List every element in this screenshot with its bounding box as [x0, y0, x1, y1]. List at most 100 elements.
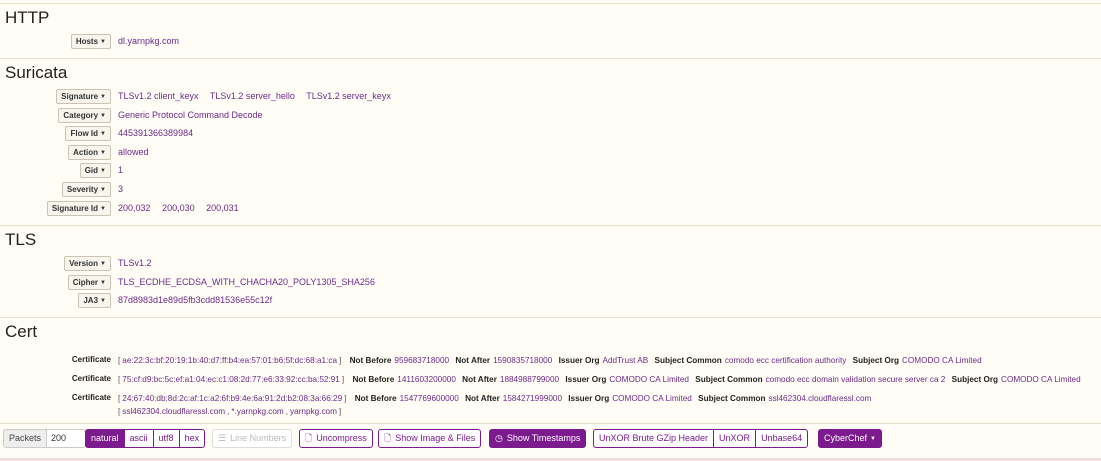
cert-hash[interactable]: ae:22:3c:bf:20:19:1b:40:d7:ff:b4:ea:57:0…	[122, 356, 337, 365]
field-value[interactable]: allowed	[118, 147, 149, 157]
cert-subject-common[interactable]: comodo ecc certification authority	[725, 356, 847, 365]
show-timestamps-button[interactable]: ◷ Show Timestamps	[489, 429, 587, 448]
unxor-button[interactable]: UnXOR	[713, 429, 757, 448]
hosts-field-button[interactable]: Hosts ▼	[70, 34, 111, 49]
cert-alt-name[interactable]: ssl462304.cloudflaressl.com	[122, 407, 225, 416]
session-toolbar: Packets 200 natural ascii utf8 hex ☰ Line…	[0, 423, 1101, 458]
section-divider	[0, 317, 1101, 318]
utf8-button[interactable]: utf8	[152, 429, 180, 448]
field-row-signature-id: Signature Id ▼ 200,032 200,030 200,031	[0, 201, 1101, 216]
section-title-suricata: Suricata	[5, 63, 68, 82]
field-value[interactable]: TLSv1.2	[118, 258, 152, 268]
cert-subject-common[interactable]: ssl462304.cloudflaressl.com	[768, 394, 871, 403]
caret-down-icon: ▼	[100, 150, 106, 156]
cert-not-before[interactable]: 959683718000	[394, 356, 449, 365]
file-image-icon: 🗋	[384, 433, 392, 443]
clock-icon: ◷	[495, 433, 503, 443]
field-value[interactable]: TLSv1.2 server_hello	[210, 91, 295, 101]
natural-button[interactable]: natural	[85, 429, 125, 448]
field-value[interactable]: 445391366389984	[118, 128, 193, 138]
section-title-cert: Cert	[5, 322, 38, 341]
cert-alt-name[interactable]: yarnpkg.com	[290, 407, 337, 416]
certificate-label: Certificate	[71, 393, 111, 402]
cyberchef-group: CyberChef ▼	[818, 429, 882, 448]
cert-issuer-org[interactable]: COMODO CA Limited	[609, 375, 689, 384]
packets-label: Packets	[3, 429, 48, 448]
caret-down-icon: ▼	[100, 298, 106, 304]
caret-down-icon: ▼	[100, 187, 106, 193]
category-field-button[interactable]: Category ▼	[58, 108, 111, 123]
caret-down-icon: ▼	[100, 113, 106, 119]
list-icon: ☰	[218, 433, 227, 443]
action-field-button[interactable]: Action ▼	[68, 145, 111, 160]
field-value[interactable]: 87d8983d1e89d5fb3cdd81536e55c12f	[118, 295, 272, 305]
signature-id-field-button[interactable]: Signature Id ▼	[46, 201, 111, 216]
cert-subject-org[interactable]: COMODO CA Limited	[902, 356, 982, 365]
caret-down-icon: ▼	[870, 436, 876, 442]
severity-field-button[interactable]: Severity ▼	[61, 182, 111, 197]
cyberchef-dropdown[interactable]: CyberChef ▼	[818, 429, 882, 448]
unbase64-button[interactable]: Unbase64	[755, 429, 809, 448]
field-value[interactable]: dl.yarnpkg.com	[118, 36, 179, 46]
caret-down-icon: ▼	[100, 206, 106, 212]
field-value[interactable]: 200,032	[118, 203, 151, 213]
cert-not-after[interactable]: 1884988799000	[500, 375, 559, 384]
cert-issuer-org[interactable]: AddTrust AB	[603, 356, 649, 365]
field-row-signature: Signature ▼ TLSv1.2 client_keyx TLSv1.2 s…	[0, 89, 1101, 104]
field-row-hosts: Hosts ▼ dl.yarnpkg.com	[0, 34, 1101, 49]
packets-group: Packets 200	[3, 429, 87, 448]
section-title-tls: TLS	[5, 230, 37, 249]
image-files-group: 🗋 Show Image & Files	[378, 429, 482, 448]
cert-not-before[interactable]: 1411603200000	[397, 375, 456, 384]
show-image-files-button[interactable]: 🗋 Show Image & Files	[378, 429, 482, 448]
field-row-action: Action ▼ allowed	[0, 145, 1101, 160]
packets-input[interactable]: 200	[47, 429, 87, 448]
field-value[interactable]: TLSv1.2 server_keyx	[306, 91, 391, 101]
caret-down-icon: ▼	[100, 131, 106, 137]
ascii-button[interactable]: ascii	[123, 429, 154, 448]
cert-issuer-org[interactable]: COMODO CA Limited	[612, 394, 692, 403]
section-divider	[0, 225, 1101, 226]
field-row-ja3: JA3 ▼ 87d8983d1e89d5fb3cdd81536e55c12f	[0, 293, 1101, 308]
certificate-label: Certificate	[71, 374, 111, 383]
field-value[interactable]: Generic Protocol Command Decode	[118, 110, 263, 120]
hex-button[interactable]: hex	[178, 429, 206, 448]
field-value[interactable]: 200,030	[162, 203, 195, 213]
ja3-field-button[interactable]: JA3 ▼	[78, 293, 111, 308]
certificate-label: Certificate	[71, 355, 111, 364]
cert-not-after[interactable]: 1584271999000	[503, 394, 562, 403]
section-title-http: HTTP	[5, 8, 50, 27]
field-row-flow-id: Flow Id ▼ 445391366389984	[0, 126, 1101, 141]
flow-id-field-button[interactable]: Flow Id ▼	[65, 126, 111, 141]
signature-field-button[interactable]: Signature ▼	[56, 89, 111, 104]
field-value[interactable]: TLS_ECDHE_ECDSA_WITH_CHACHA20_POLY1305_S…	[118, 277, 375, 287]
field-value[interactable]: 3	[118, 184, 123, 194]
cipher-field-button[interactable]: Cipher ▼	[67, 275, 111, 290]
unxor-brute-button[interactable]: UnXOR Brute GZip Header	[593, 429, 715, 448]
top-border	[0, 3, 1101, 4]
decode-group: UnXOR Brute GZip Header UnXOR Unbase64	[593, 429, 809, 448]
gid-field-button[interactable]: Gid ▼	[79, 163, 111, 178]
caret-down-icon: ▼	[100, 39, 106, 45]
cert-not-after[interactable]: 1590835718000	[493, 356, 552, 365]
cert-hash[interactable]: 24:67:40:db:8d:2c:af:1c:a2:6f:b9:4e:6a:9…	[122, 394, 342, 403]
field-row-gid: Gid ▼ 1	[0, 163, 1101, 178]
field-row-version: Version ▼ TLSv1.2	[0, 256, 1101, 271]
timestamps-group: ◷ Show Timestamps	[489, 429, 587, 448]
field-value[interactable]: TLSv1.2 client_keyx	[118, 91, 199, 101]
cert-alt-name[interactable]: *.yarnpkg.com	[231, 407, 283, 416]
field-row-category: Category ▼ Generic Protocol Command Decod…	[0, 108, 1101, 123]
field-value[interactable]: 200,031	[206, 203, 239, 213]
caret-down-icon: ▼	[100, 280, 106, 286]
encoding-group: natural ascii utf8 hex	[85, 429, 206, 448]
field-value[interactable]: 1	[118, 165, 123, 175]
version-field-button[interactable]: Version ▼	[64, 256, 111, 271]
uncompress-button[interactable]: 🗋 Uncompress	[299, 429, 373, 448]
cert-hash[interactable]: 75:cf:d9:bc:5c:ef:a1:04:ec:c1:08:2d:77:e…	[122, 375, 340, 384]
section-divider	[0, 58, 1101, 59]
file-icon: 🗋	[305, 433, 313, 443]
line-numbers-button[interactable]: ☰ Line Numbers	[212, 429, 293, 448]
cert-subject-common[interactable]: comodo ecc domain validation secure serv…	[766, 375, 946, 384]
cert-not-before[interactable]: 1547769600000	[400, 394, 459, 403]
cert-subject-org[interactable]: COMODO CA Limited	[1001, 375, 1081, 384]
